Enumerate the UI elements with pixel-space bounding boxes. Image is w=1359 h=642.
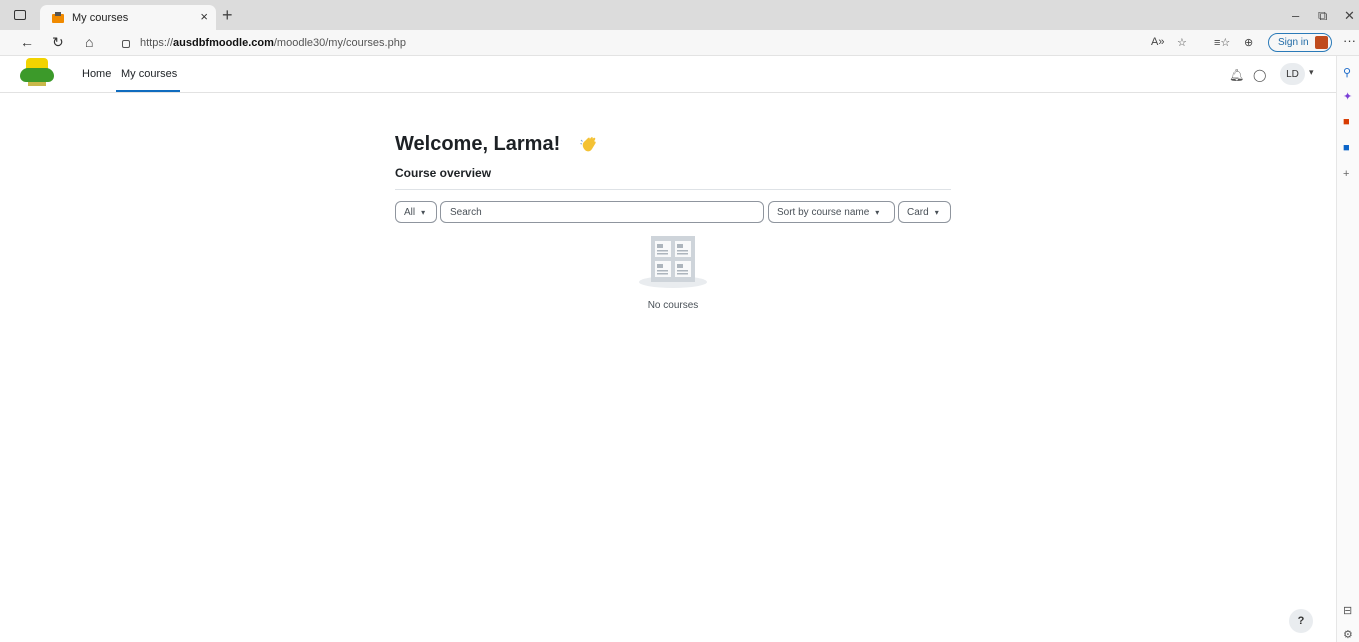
nav-active-indicator [116,90,180,92]
copilot-icon[interactable]: ✦ [1343,90,1355,103]
section-divider [395,189,951,190]
chevron-down-icon: ▾ [934,207,939,217]
chevron-down-icon: ▾ [421,207,426,217]
empty-state-message: No courses [647,300,699,311]
search-icon[interactable]: ⚲ [1343,66,1355,79]
messages-icon[interactable]: ◯ [1253,68,1266,82]
address-bar-row: ← ↻ ⌂ https://ausdbfmoodle.com/moodle30/… [0,30,1359,56]
site-logo[interactable] [20,58,54,88]
sort-label: Sort by course name [777,206,870,218]
search-input[interactable]: Search [440,201,764,223]
minimize-button[interactable]: – [1292,8,1299,23]
tab-close-icon[interactable]: × [200,9,208,24]
restore-button[interactable]: ⧉ [1318,8,1327,24]
add-sidebar-app-icon[interactable]: + [1343,168,1355,180]
more-options-icon[interactable]: ··· [1343,33,1356,48]
address-bar[interactable]: https://ausdbfmoodle.com/moodle30/my/cou… [112,32,1142,53]
office-icon[interactable]: ■ [1343,116,1355,128]
home-icon[interactable]: ⌂ [85,34,93,50]
url-path: /moodle30/my/courses.php [273,36,406,49]
view-dropdown[interactable]: Card ▾ [898,201,951,223]
profile-avatar-icon [1315,36,1328,49]
tab-title: My courses [72,11,129,24]
no-courses-illustration [639,236,707,288]
section-heading: Course overview [395,166,492,180]
new-tab-button[interactable]: + [222,5,233,25]
browser-tab-strip: My courses × + – ⧉ ✕ [0,0,1359,30]
notifications-bell-icon[interactable]: 🔔︎ [1229,68,1244,82]
sort-dropdown[interactable]: Sort by course name ▾ [768,201,895,223]
nav-home[interactable]: Home [82,68,111,80]
collections-icon[interactable]: ⊕ [1244,36,1253,49]
lock-icon [122,39,130,48]
filter-dropdown[interactable]: All ▾ [395,201,437,223]
favorites-icon[interactable]: ≡☆ [1214,36,1230,49]
chevron-down-icon: ▾ [875,207,880,217]
help-button[interactable]: ? [1289,609,1313,633]
nav-my-courses[interactable]: My courses [121,68,177,80]
browser-tab[interactable]: My courses × [40,5,216,30]
page-title: Welcome, Larma! [395,133,561,155]
filter-label: All [404,206,416,218]
url-host: ausdbfmoodle.com [173,36,274,49]
sidebar-settings-icon[interactable]: ⚙ [1343,628,1355,641]
waving-hand-icon [580,137,596,152]
user-avatar[interactable]: LD [1280,63,1305,85]
sign-in-button[interactable]: Sign in [1268,33,1332,52]
read-aloud-icon[interactable]: A» [1151,36,1164,48]
sidebar-layout-icon[interactable]: ⊟ [1343,604,1355,617]
outlook-icon[interactable]: ■ [1343,142,1355,154]
back-icon[interactable]: ← [20,34,34,50]
refresh-icon[interactable]: ↻ [52,34,64,51]
user-menu-chevron-down-icon[interactable]: ▾ [1309,67,1314,78]
close-window-button[interactable]: ✕ [1344,8,1355,24]
sign-in-label: Sign in [1278,37,1309,48]
url-prefix: https:// [140,36,174,49]
edge-sidebar: ⚲ ✦ ■ ■ + ⊟ ⚙ [1336,56,1359,642]
moodle-favicon-icon [52,12,64,23]
tab-actions-icon[interactable] [14,10,26,20]
view-label: Card [907,206,929,218]
favorite-add-icon[interactable]: ☆ [1177,36,1187,49]
moodle-navbar: Home My courses 🔔︎ ◯ LD ▾ [0,56,1336,93]
